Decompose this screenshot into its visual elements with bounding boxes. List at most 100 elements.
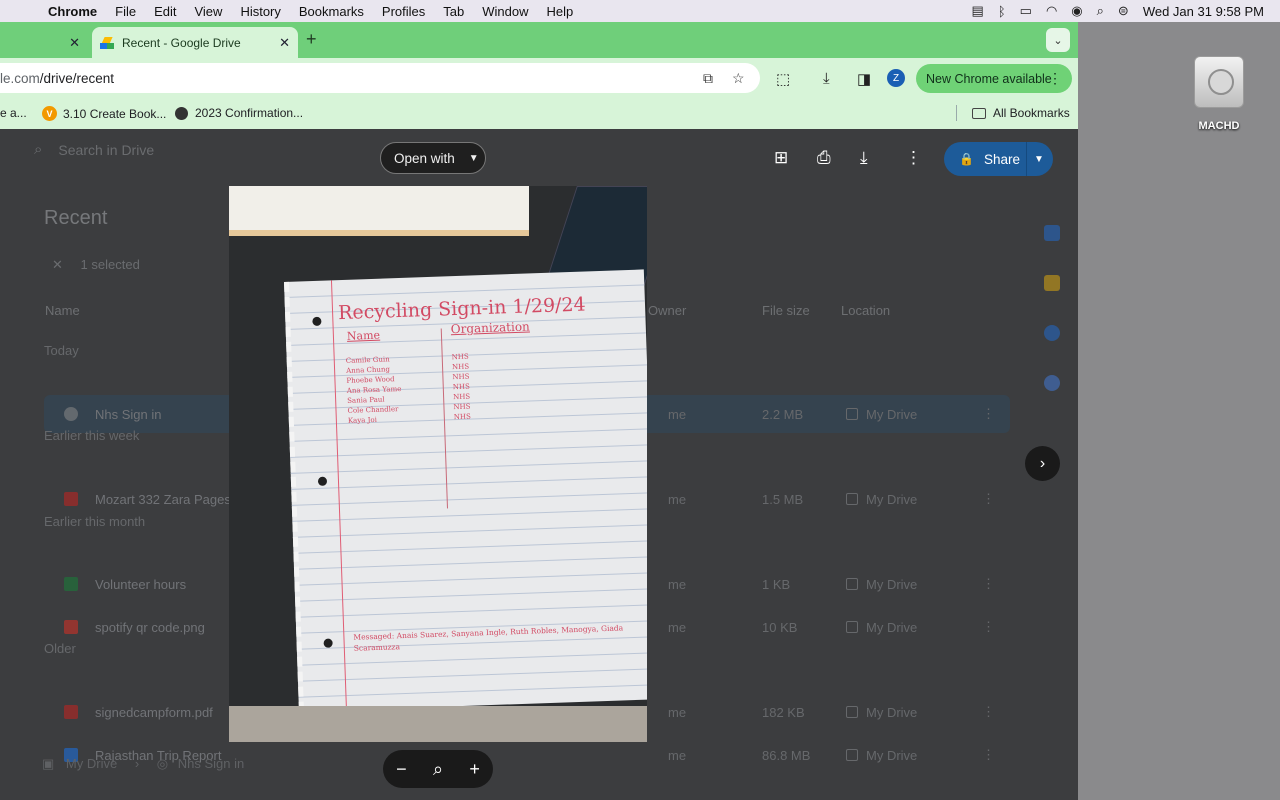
spotlight-search-icon[interactable]: ⌕ xyxy=(1097,3,1104,19)
file-location: My Drive xyxy=(846,492,917,507)
open-with-button[interactable]: Open with ▼ xyxy=(380,142,486,174)
menu-window[interactable]: Window xyxy=(482,4,528,19)
note-org: NHS xyxy=(452,372,470,382)
tab-previous[interactable]: ✕ xyxy=(0,27,88,58)
drive-icon xyxy=(846,749,858,761)
column-owner[interactable]: Owner xyxy=(648,303,686,318)
share-button[interactable]: 🔒 Share ▼ xyxy=(944,142,1053,176)
menu-help[interactable]: Help xyxy=(547,4,574,19)
user-icon[interactable]: ◉ xyxy=(1071,3,1082,19)
more-vert-icon[interactable]: ⋮ xyxy=(982,406,995,422)
column-name[interactable]: Name xyxy=(45,303,80,318)
tasks-icon[interactable] xyxy=(1044,325,1060,341)
menu-view[interactable]: View xyxy=(194,4,222,19)
clear-selection-icon[interactable]: ✕ xyxy=(52,257,63,272)
stage-manager-icon[interactable]: ▤ xyxy=(972,3,984,19)
bookmark-item[interactable]: 2023 Confirmation... xyxy=(175,106,303,120)
chevron-right-icon: › xyxy=(134,756,140,771)
more-vert-icon[interactable]: ⋮ xyxy=(982,576,995,592)
zoom-reset-icon[interactable]: ⌕ xyxy=(433,759,443,780)
group-heading: Older xyxy=(44,641,76,656)
column-location[interactable]: Location xyxy=(841,303,890,318)
file-location: My Drive xyxy=(846,620,917,635)
bookmark-item[interactable]: e a... xyxy=(0,106,27,120)
all-bookmarks-button[interactable]: All Bookmarks xyxy=(972,106,1070,120)
note-org: NHS xyxy=(453,402,471,412)
download-icon[interactable]: ⤓ xyxy=(860,148,868,168)
menu-app-name[interactable]: Chrome xyxy=(48,4,97,19)
file-location-label: My Drive xyxy=(866,619,918,635)
side-panel-icon[interactable]: ◨ xyxy=(857,70,871,88)
menu-bookmarks[interactable]: Bookmarks xyxy=(299,4,364,19)
menu-tab[interactable]: Tab xyxy=(443,4,464,19)
drive-search[interactable]: ⌕ Search in Drive xyxy=(34,141,154,158)
bookmark-label: 3.10 Create Book... xyxy=(63,106,167,121)
file-owner: me xyxy=(668,576,687,592)
file-location-label: My Drive xyxy=(866,491,918,507)
close-tab-icon[interactable]: ✕ xyxy=(69,35,80,51)
desktop-disk[interactable]: MACHD xyxy=(1190,56,1248,132)
tab-search-icon[interactable]: ⌄ xyxy=(1046,28,1070,52)
note-org: NHS xyxy=(451,352,469,362)
calendar-icon[interactable] xyxy=(1044,225,1060,241)
download-icon[interactable]: ⤓ xyxy=(823,70,830,87)
battery-icon[interactable]: ▭ xyxy=(1020,3,1032,19)
install-app-icon[interactable]: ⧉ xyxy=(703,70,713,87)
add-comment-icon[interactable]: ⊞ xyxy=(774,148,788,168)
address-bar[interactable]: le.com /drive/recent xyxy=(0,63,760,93)
file-icon xyxy=(64,407,78,421)
note-col-name: Name xyxy=(346,328,381,343)
file-location: My Drive xyxy=(846,577,917,592)
share-label: Share xyxy=(983,151,1020,167)
file-name: Nhs Sign in xyxy=(95,406,162,422)
breadcrumb-item[interactable]: Nhs Sign in xyxy=(178,756,244,771)
menu-profiles[interactable]: Profiles xyxy=(382,4,425,19)
pdf-icon xyxy=(64,492,78,506)
bluetooth-icon[interactable]: ᛒ xyxy=(998,4,1006,19)
hard-disk-icon xyxy=(1194,56,1244,108)
macos-menu-bar: Chrome File Edit View History Bookmarks … xyxy=(0,0,1280,22)
extensions-icon[interactable]: ⬚ xyxy=(776,70,790,88)
contacts-icon[interactable] xyxy=(1044,375,1060,391)
zoom-out-icon[interactable]: − xyxy=(396,759,407,780)
close-tab-icon[interactable]: ✕ xyxy=(279,35,290,51)
bookmark-star-icon[interactable]: ☆ xyxy=(732,70,745,87)
bookmark-item[interactable]: V 3.10 Create Book... xyxy=(42,106,166,121)
profile-avatar[interactable]: Z xyxy=(887,69,905,87)
zoom-in-icon[interactable]: + xyxy=(469,759,480,780)
zoom-controls: − ⌕ + xyxy=(383,750,493,788)
more-vert-icon[interactable]: ⋮ xyxy=(982,619,995,635)
share-divider xyxy=(1026,142,1027,176)
print-icon[interactable]: ⎙ xyxy=(817,148,831,168)
new-chrome-available-button[interactable]: New Chrome available ⋮ xyxy=(916,64,1072,93)
file-owner: me xyxy=(668,406,687,422)
tab-google-drive[interactable]: Recent - Google Drive ✕ xyxy=(92,27,298,58)
menubar-clock[interactable]: Wed Jan 31 9:58 PM xyxy=(1143,4,1264,19)
keep-icon[interactable] xyxy=(1044,275,1060,291)
more-vert-icon[interactable]: ⋮ xyxy=(982,704,995,720)
wifi-icon[interactable]: ◠ xyxy=(1046,3,1057,19)
file-owner: me xyxy=(668,747,687,763)
more-vert-icon[interactable]: ⋮ xyxy=(905,148,922,168)
page-title: Recent xyxy=(44,207,108,229)
notebook-page: Recycling Sign-in 1/29/24 Name Organizat… xyxy=(284,269,647,712)
control-center-icon[interactable]: ⊜ xyxy=(1118,3,1129,19)
chevron-right-icon: › xyxy=(1039,454,1046,472)
breadcrumb-item[interactable]: My Drive xyxy=(66,756,117,771)
drive-icon xyxy=(846,621,858,633)
next-file-button[interactable]: › xyxy=(1025,446,1060,481)
punch-hole xyxy=(323,638,333,648)
note-org: NHS xyxy=(452,392,471,402)
new-tab-icon[interactable]: + xyxy=(306,29,317,50)
caret-down-icon[interactable]: ▼ xyxy=(1034,154,1044,165)
drive-icon: ▣ xyxy=(42,756,55,771)
menu-file[interactable]: File xyxy=(115,4,136,19)
menu-history[interactable]: History xyxy=(240,4,280,19)
more-vert-icon[interactable]: ⋮ xyxy=(982,491,995,507)
more-vert-icon[interactable]: ⋮ xyxy=(1048,70,1062,87)
menu-edit[interactable]: Edit xyxy=(154,4,176,19)
note-names: Camile Guin Anna Chung Phoebe Wood Ana R… xyxy=(346,354,403,426)
more-vert-icon[interactable]: ⋮ xyxy=(982,747,995,763)
file-location: My Drive xyxy=(846,748,917,763)
column-file-size[interactable]: File size xyxy=(762,303,810,318)
